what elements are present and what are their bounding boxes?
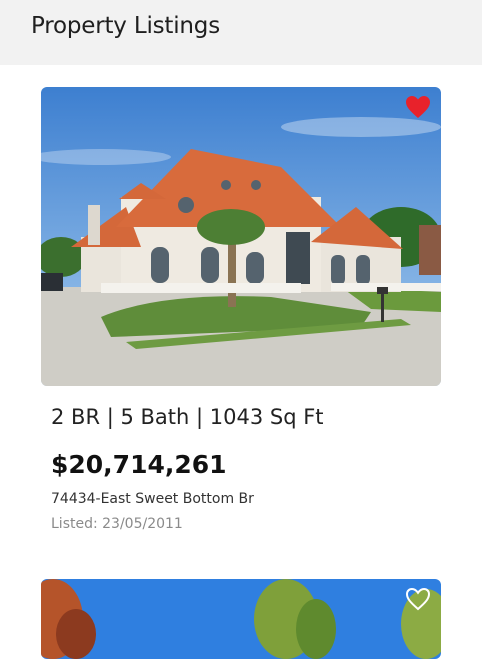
- page-title: Property Listings: [31, 13, 220, 39]
- heart-filled-icon: [406, 96, 430, 118]
- listing-address: 74434-East Sweet Bottom Br: [51, 491, 254, 507]
- house-photo-image: [41, 579, 441, 659]
- app-header: Property Listings: [0, 0, 482, 65]
- listing-date: Listed: 23/05/2011: [51, 516, 183, 532]
- favorite-heart-icon[interactable]: [405, 95, 431, 119]
- listing-photo[interactable]: [41, 579, 441, 659]
- listing-price: $20,714,261: [51, 450, 227, 479]
- house-photo-image: [41, 87, 441, 386]
- listing-photo[interactable]: [41, 87, 441, 386]
- favorite-heart-icon[interactable]: [405, 587, 431, 611]
- heart-outline-icon: [405, 587, 431, 611]
- listing-specs: 2 BR | 5 Bath | 1043 Sq Ft: [51, 405, 324, 429]
